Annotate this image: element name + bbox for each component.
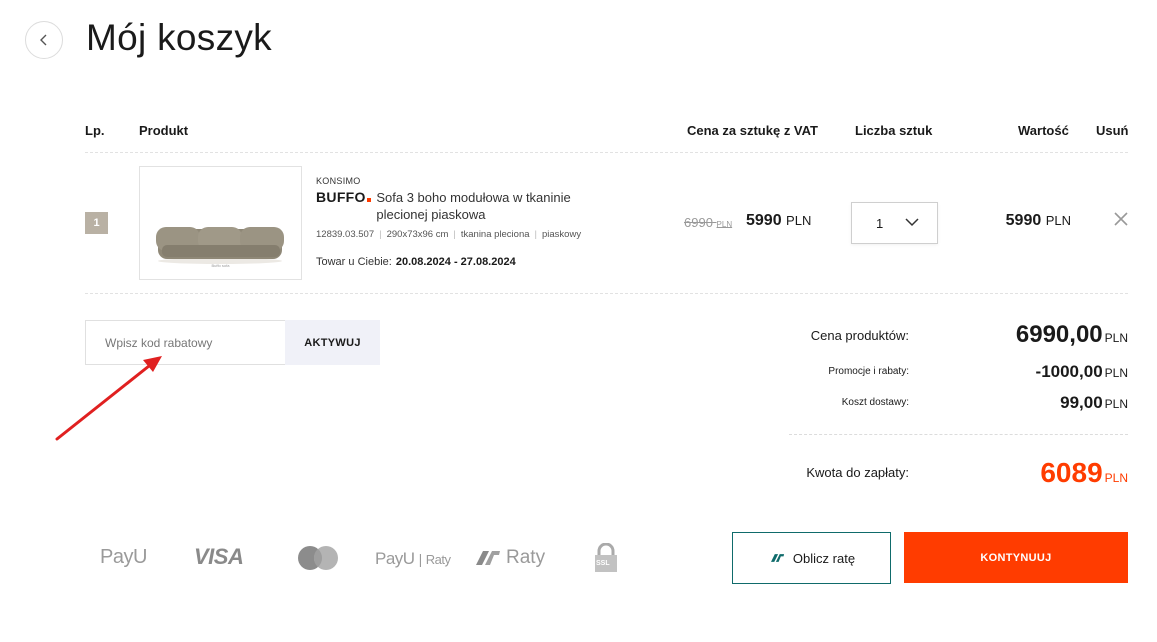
ca-raty-label: Raty xyxy=(506,547,546,568)
promo-currency: PLN xyxy=(1104,366,1128,380)
quantity-value: 1 xyxy=(876,215,884,231)
old-price-currency: PLN xyxy=(716,220,733,229)
header-remove: Usuń xyxy=(1096,123,1129,138)
row-value-currency: PLN xyxy=(1045,213,1071,228)
shipping-label: Koszt dostawy: xyxy=(841,397,909,408)
ssl-lock-icon: SSL xyxy=(592,543,620,573)
header-product: Produkt xyxy=(139,123,189,138)
credit-agricole-icon xyxy=(476,551,500,565)
product-description: Sofa 3 boho modułowa w tkaninie plecione… xyxy=(376,190,571,222)
product-material: tkanina pleciona xyxy=(460,229,530,240)
quantity-select[interactable]: 1 xyxy=(851,202,938,244)
mastercard-icon xyxy=(298,546,338,570)
header-quantity: Liczba sztuk xyxy=(855,123,933,138)
unit-price-currency: PLN xyxy=(786,213,812,228)
payu-logo: PayU xyxy=(100,546,147,568)
shipping-amount: 99,00 xyxy=(1060,393,1103,412)
total-value: 6089 PLN xyxy=(1040,457,1128,489)
chevron-down-icon xyxy=(905,218,919,227)
summary-divider xyxy=(789,434,1128,435)
delivery-label: Towar u Ciebie: xyxy=(316,256,392,268)
delivery-dates: 20.08.2024 - 27.08.2024 xyxy=(395,256,516,268)
delivery-info: Towar u Ciebie: 20.08.2024 - 27.08.2024 xyxy=(316,256,516,268)
unit-price: 5990 PLN xyxy=(746,212,811,230)
old-price-value: 6990 xyxy=(684,215,713,230)
promo-amount: -1000,00 xyxy=(1035,362,1103,381)
old-price: 6990 PLN xyxy=(684,215,732,230)
products-price-amount: 6990,00 xyxy=(1015,321,1103,348)
row-value-amount: 5990 xyxy=(1005,212,1042,229)
promo-value: -1000,00 PLN xyxy=(1036,362,1128,382)
product-name[interactable]: BUFFO Sofa 3 boho modułowa w tkaninie pl… xyxy=(316,189,636,223)
payu-raty-label: Raty xyxy=(425,552,451,567)
total-label: Kwota do zapłaty: xyxy=(806,465,909,480)
activate-coupon-button[interactable]: AKTYWUJ xyxy=(285,320,380,365)
divider xyxy=(85,293,1128,294)
header-value: Wartość xyxy=(1018,123,1069,138)
products-price-label: Cena produktów: xyxy=(810,328,909,343)
product-brand: KONSIMO xyxy=(316,176,361,186)
product-dimensions: 290x73x96 cm xyxy=(386,229,449,240)
calculate-installment-label: Oblicz ratę xyxy=(792,550,856,566)
close-icon xyxy=(1114,212,1128,226)
shipping-value: 99,00 PLN xyxy=(1060,393,1128,413)
products-price-value: 6990,00 PLN xyxy=(1016,321,1128,349)
continue-button[interactable]: KONTYNUUJ xyxy=(904,532,1128,583)
header-lp: Lp. xyxy=(85,123,105,138)
total-currency: PLN xyxy=(1104,471,1128,485)
unit-price-value: 5990 xyxy=(746,212,782,229)
attr-separator: | xyxy=(379,229,382,240)
page-title: Mój koszyk xyxy=(86,17,272,58)
product-color: piaskowy xyxy=(542,229,582,240)
visa-logo: VISA xyxy=(194,544,244,569)
back-button[interactable] xyxy=(25,21,63,59)
remove-item-button[interactable] xyxy=(1112,210,1130,228)
product-sku: 12839.03.507 xyxy=(316,229,375,240)
coupon-code-input[interactable] xyxy=(85,320,285,365)
payu-raty-logo: PayU | Raty xyxy=(375,549,451,569)
product-attributes: 12839.03.507 | 290x73x96 cm | tkanina plecio… xyxy=(316,229,581,240)
product-name-brand: BUFFO xyxy=(316,189,366,205)
attr-separator: | xyxy=(534,229,537,240)
promo-label: Promocje i rabaty: xyxy=(828,366,909,377)
credit-agricole-icon xyxy=(770,554,785,562)
product-image[interactable]: Buffo sofa xyxy=(139,166,302,280)
divider xyxy=(85,152,1128,153)
calculate-installment-button[interactable]: Oblicz ratę xyxy=(732,532,891,584)
payu-raty-brand: PayU xyxy=(375,549,415,568)
row-number-badge: 1 xyxy=(85,212,108,234)
brand-dot xyxy=(366,198,371,202)
payu-raty-separator: | xyxy=(418,551,423,567)
shipping-currency: PLN xyxy=(1104,397,1128,411)
attr-separator: | xyxy=(453,229,456,240)
products-price-currency: PLN xyxy=(1104,331,1128,345)
row-value: 5990 PLN xyxy=(1006,212,1071,230)
lock-icon xyxy=(595,543,617,572)
total-amount: 6089 xyxy=(1040,457,1103,488)
chevron-left-icon xyxy=(40,34,47,46)
image-caption: Buffo sofa xyxy=(211,263,230,268)
ssl-label: SSL xyxy=(596,560,610,567)
header-unit-price: Cena za sztukę z VAT xyxy=(687,123,818,138)
